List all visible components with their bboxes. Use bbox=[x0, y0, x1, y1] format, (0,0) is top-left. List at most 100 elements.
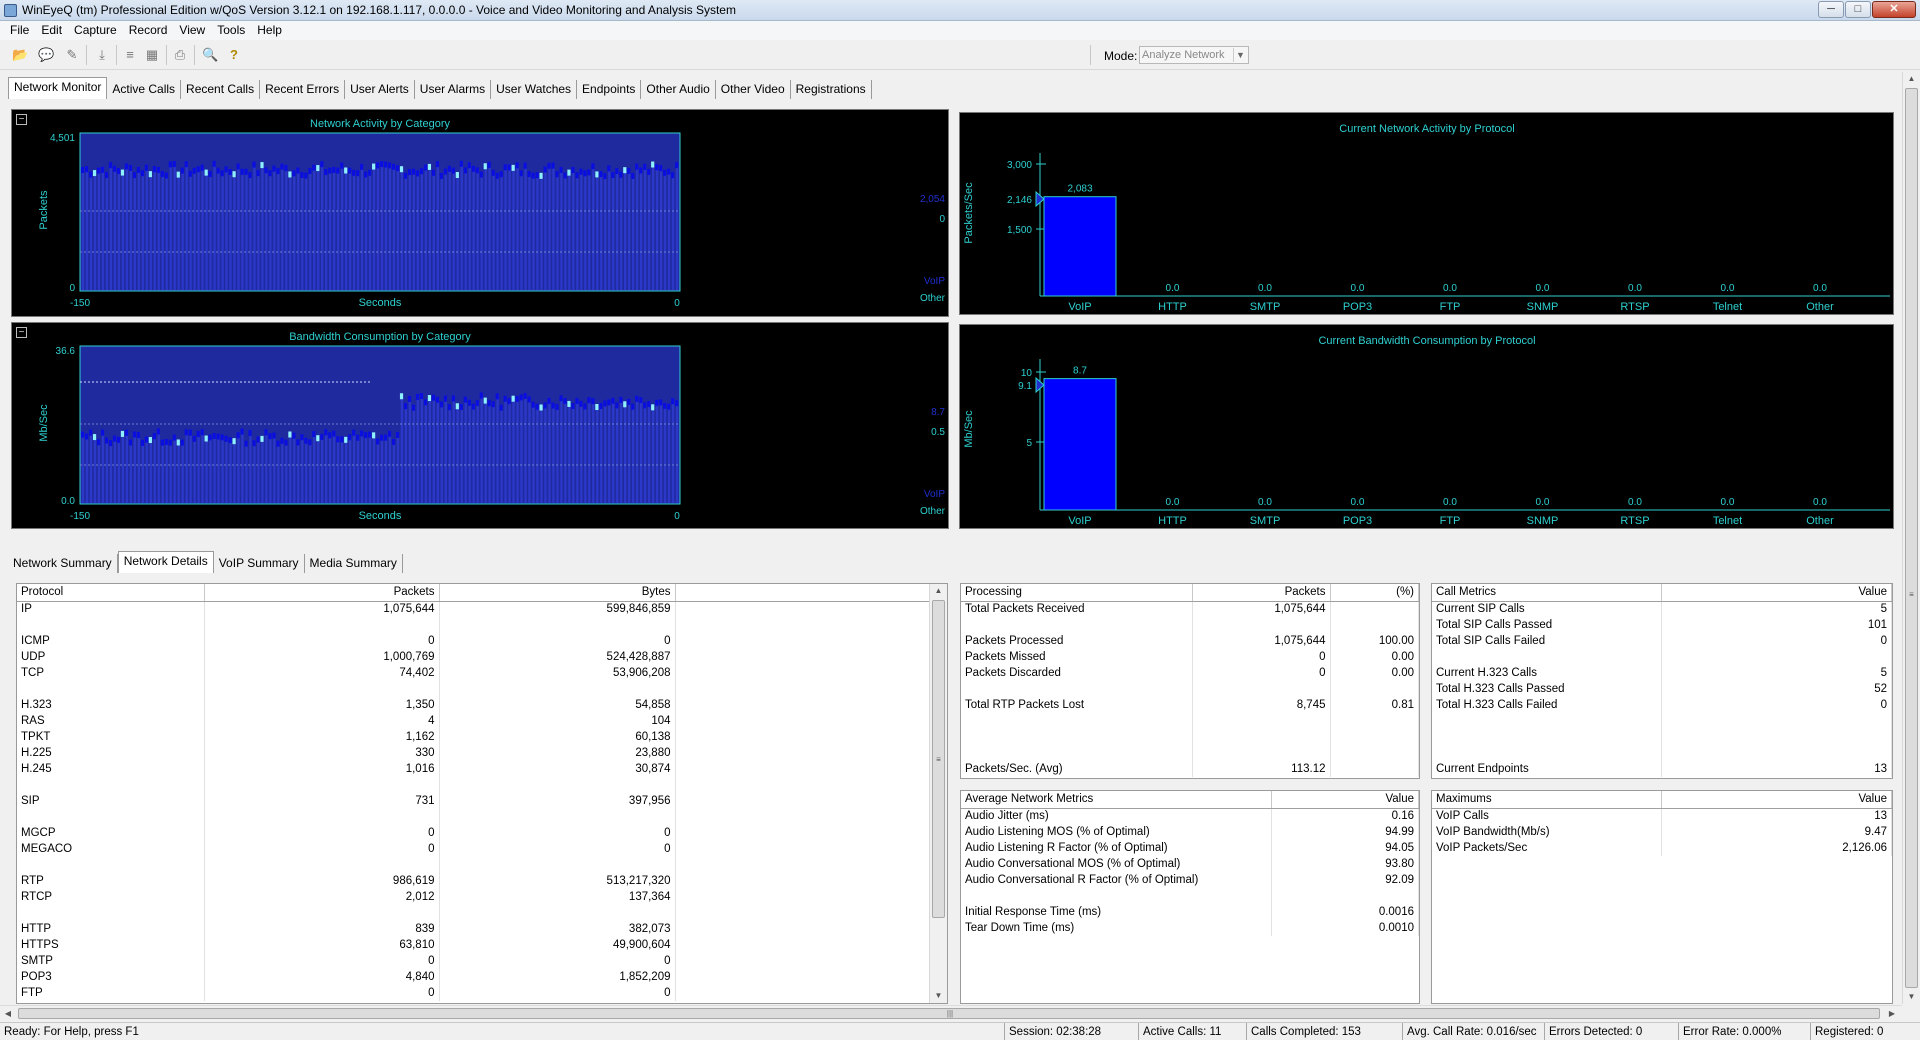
table-row[interactable] bbox=[17, 809, 947, 825]
menu-file[interactable]: File bbox=[4, 21, 35, 40]
tab-recent-calls[interactable]: Recent Calls bbox=[181, 80, 261, 99]
table-row[interactable]: Packets Discarded 0 0.00 bbox=[961, 665, 1419, 681]
table-row[interactable]: Tear Down Time (ms) 0.0010 bbox=[961, 920, 1419, 936]
scroll-up-icon[interactable]: ▲ bbox=[1903, 72, 1920, 86]
table-row[interactable]: Total H.323 Calls Failed 0 bbox=[1432, 697, 1892, 713]
scroll-up-icon[interactable]: ▲ bbox=[930, 584, 947, 598]
table-row[interactable] bbox=[17, 617, 947, 633]
tab-network-monitor[interactable]: Network Monitor bbox=[8, 77, 108, 99]
close-button[interactable]: ✕ bbox=[1872, 1, 1916, 18]
comment-icon[interactable]: 💬 bbox=[38, 47, 54, 63]
table-row[interactable] bbox=[1432, 649, 1892, 665]
main-vertical-scrollbar[interactable]: ▲ ≡ ▼ bbox=[1902, 72, 1920, 1004]
minimize-button[interactable]: ─ bbox=[1818, 1, 1844, 18]
table-row[interactable]: H.323 1,350 54,858 bbox=[17, 697, 947, 713]
search-icon[interactable]: 🔍 bbox=[202, 47, 218, 63]
column-header[interactable]: Call Metrics bbox=[1432, 584, 1662, 602]
tab-recent-errors[interactable]: Recent Errors bbox=[260, 80, 346, 99]
table-row[interactable]: Total SIP Calls Passed 101 bbox=[1432, 617, 1892, 633]
table-row[interactable]: TCP 74,402 53,906,208 bbox=[17, 665, 947, 681]
table-row[interactable]: Total Packets Received 1,075,644 bbox=[961, 601, 1419, 617]
table-row[interactable] bbox=[961, 888, 1419, 904]
menu-tools[interactable]: Tools bbox=[211, 21, 251, 40]
column-header[interactable]: (%) bbox=[1330, 584, 1419, 602]
main-horizontal-scrollbar[interactable]: ◀ ||| ▶ bbox=[0, 1005, 1902, 1021]
table-row[interactable] bbox=[17, 857, 947, 873]
table-row[interactable]: RAS 4 104 bbox=[17, 713, 947, 729]
table-row[interactable]: Total SIP Calls Failed 0 bbox=[1432, 633, 1892, 649]
table-row[interactable]: MGCP 0 0 bbox=[17, 825, 947, 841]
table-row[interactable]: UDP 1,000,769 524,428,887 bbox=[17, 649, 947, 665]
table-row[interactable]: Audio Listening MOS (% of Optimal) 94.99 bbox=[961, 824, 1419, 840]
table-row[interactable] bbox=[961, 681, 1419, 697]
chevron-down-icon[interactable]: ▼ bbox=[1233, 48, 1247, 62]
table-row[interactable]: Audio Listening R Factor (% of Optimal) 9… bbox=[961, 840, 1419, 856]
table-row[interactable]: Current Endpoints 13 bbox=[1432, 761, 1892, 777]
comment-mark-icon[interactable]: ✎ bbox=[64, 47, 80, 63]
table-row[interactable]: MEGACO 0 0 bbox=[17, 841, 947, 857]
open-icon[interactable]: 📂 bbox=[12, 47, 28, 63]
table-row[interactable] bbox=[961, 713, 1419, 729]
column-header[interactable]: Bytes bbox=[439, 584, 676, 602]
protocol-table-scrollbar[interactable]: ▲ ≡ ▼ bbox=[929, 584, 947, 1003]
table-row[interactable]: Total H.323 Calls Passed 52 bbox=[1432, 681, 1892, 697]
table-row[interactable] bbox=[1432, 713, 1892, 729]
column-header[interactable]: Value bbox=[1271, 791, 1419, 809]
table-row[interactable]: SIP 731 397,956 bbox=[17, 793, 947, 809]
column-header[interactable]: Protocol bbox=[17, 584, 205, 602]
table-row[interactable]: H.225 330 23,880 bbox=[17, 745, 947, 761]
table-row[interactable]: VoIP Bandwidth(Mb/s) 9.47 bbox=[1432, 824, 1892, 840]
scroll-left-icon[interactable]: ◀ bbox=[2, 1007, 14, 1020]
tab-network-summary[interactable]: Network Summary bbox=[8, 554, 118, 573]
tab-other-video[interactable]: Other Video bbox=[715, 80, 791, 99]
print-icon[interactable]: ⎙ bbox=[172, 47, 188, 63]
stack-icon[interactable]: ≡ bbox=[122, 47, 138, 63]
column-header[interactable]: Value bbox=[1661, 791, 1892, 809]
tab-voip-summary[interactable]: VoIP Summary bbox=[213, 554, 305, 573]
table-row[interactable]: Current SIP Calls 5 bbox=[1432, 601, 1892, 617]
tab-network-details[interactable]: Network Details bbox=[117, 551, 214, 573]
table-row[interactable]: POP3 4,840 1,852,209 bbox=[17, 969, 947, 985]
table-row[interactable]: HTTP 839 382,073 bbox=[17, 921, 947, 937]
table-row[interactable]: RTCP 2,012 137,364 bbox=[17, 889, 947, 905]
menu-record[interactable]: Record bbox=[123, 21, 174, 40]
table-row[interactable] bbox=[961, 617, 1419, 633]
tab-endpoints[interactable]: Endpoints bbox=[577, 80, 642, 99]
help-icon[interactable]: ? bbox=[226, 47, 242, 63]
table-row[interactable]: Audio Conversational MOS (% of Optimal) 9… bbox=[961, 856, 1419, 872]
table-row[interactable]: Current H.323 Calls 5 bbox=[1432, 665, 1892, 681]
table-row[interactable]: H.245 1,016 30,874 bbox=[17, 761, 947, 777]
download-icon[interactable]: ⤓ bbox=[94, 47, 110, 63]
table-row[interactable]: ICMP 0 0 bbox=[17, 633, 947, 649]
table-row[interactable] bbox=[17, 905, 947, 921]
table-row[interactable]: Packets/Sec. (Avg) 113.12 bbox=[961, 761, 1419, 777]
tab-user-watches[interactable]: User Watches bbox=[491, 80, 578, 99]
table-row[interactable]: SMTP 0 0 bbox=[17, 953, 947, 969]
column-header[interactable]: Packets bbox=[204, 584, 440, 602]
scroll-down-icon[interactable]: ▼ bbox=[1903, 990, 1920, 1004]
table-row[interactable] bbox=[1432, 745, 1892, 761]
table-row[interactable]: TPKT 1,162 60,138 bbox=[17, 729, 947, 745]
table-row[interactable]: Initial Response Time (ms) 0.0016 bbox=[961, 904, 1419, 920]
table-row[interactable]: Packets Missed 0 0.00 bbox=[961, 649, 1419, 665]
table-row[interactable]: Packets Processed 1,075,644 100.00 bbox=[961, 633, 1419, 649]
table-row[interactable]: HTTPS 63,810 49,900,604 bbox=[17, 937, 947, 953]
menu-view[interactable]: View bbox=[173, 21, 211, 40]
scroll-right-icon[interactable]: ▶ bbox=[1886, 1007, 1898, 1020]
table-row[interactable]: IP 1,075,644 599,846,859 bbox=[17, 601, 947, 617]
column-header[interactable]: Maximums bbox=[1432, 791, 1662, 809]
tab-active-calls[interactable]: Active Calls bbox=[107, 80, 182, 99]
table-row[interactable]: RTP 986,619 513,217,320 bbox=[17, 873, 947, 889]
scroll-thumb[interactable] bbox=[1905, 88, 1918, 988]
column-header[interactable]: Packets bbox=[1192, 584, 1331, 602]
tab-other-audio[interactable]: Other Audio bbox=[641, 80, 716, 99]
column-header[interactable]: Value bbox=[1661, 584, 1892, 602]
table-row[interactable]: Audio Jitter (ms) 0.16 bbox=[961, 808, 1419, 824]
table-row[interactable]: VoIP Calls 13 bbox=[1432, 808, 1892, 824]
tab-user-alerts[interactable]: User Alerts bbox=[345, 80, 415, 99]
table-row[interactable]: Total RTP Packets Lost 8,745 0.81 bbox=[961, 697, 1419, 713]
maximize-button[interactable]: □ bbox=[1845, 1, 1871, 18]
table-row[interactable] bbox=[17, 681, 947, 697]
table-row[interactable]: Audio Conversational R Factor (% of Opti… bbox=[961, 872, 1419, 888]
mode-select[interactable]: Analyze Network ▼ bbox=[1139, 46, 1249, 64]
